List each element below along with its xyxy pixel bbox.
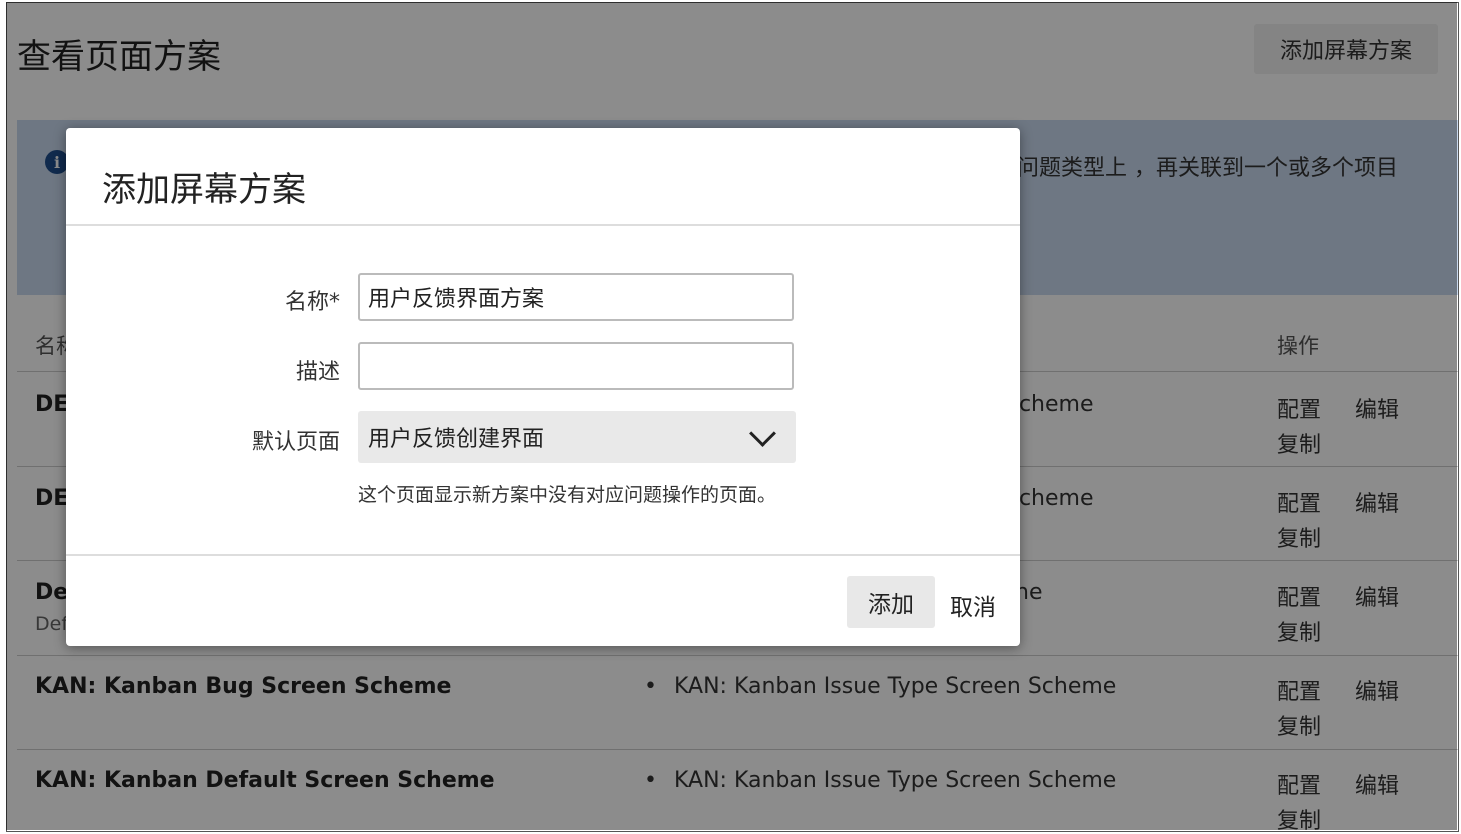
dialog-divider — [66, 224, 1020, 226]
default-screen-value: 用户反馈创建界面 — [368, 427, 545, 452]
dialog-title: 添加屏幕方案 — [102, 170, 306, 210]
cancel-link[interactable]: 取消 — [950, 588, 996, 622]
description-input[interactable] — [358, 342, 794, 390]
default-screen-hint: 这个页面显示新方案中没有对应问题操作的页面。 — [358, 484, 777, 506]
description-label: 描述 — [295, 360, 340, 385]
name-label: 名称* — [284, 290, 340, 315]
name-input[interactable]: 用户反馈界面方案 — [358, 273, 794, 321]
dialog-divider — [66, 554, 1020, 556]
default-screen-select[interactable]: 用户反馈创建界面 — [358, 411, 796, 463]
add-button[interactable]: 添加 — [847, 576, 935, 628]
chevron-down-icon — [749, 419, 776, 447]
add-screen-scheme-dialog: 添加屏幕方案 名称* 用户反馈界面方案 描述 默认页面 用户反馈创建界面 这个页… — [66, 128, 1020, 646]
default-screen-label: 默认页面 — [251, 430, 340, 455]
